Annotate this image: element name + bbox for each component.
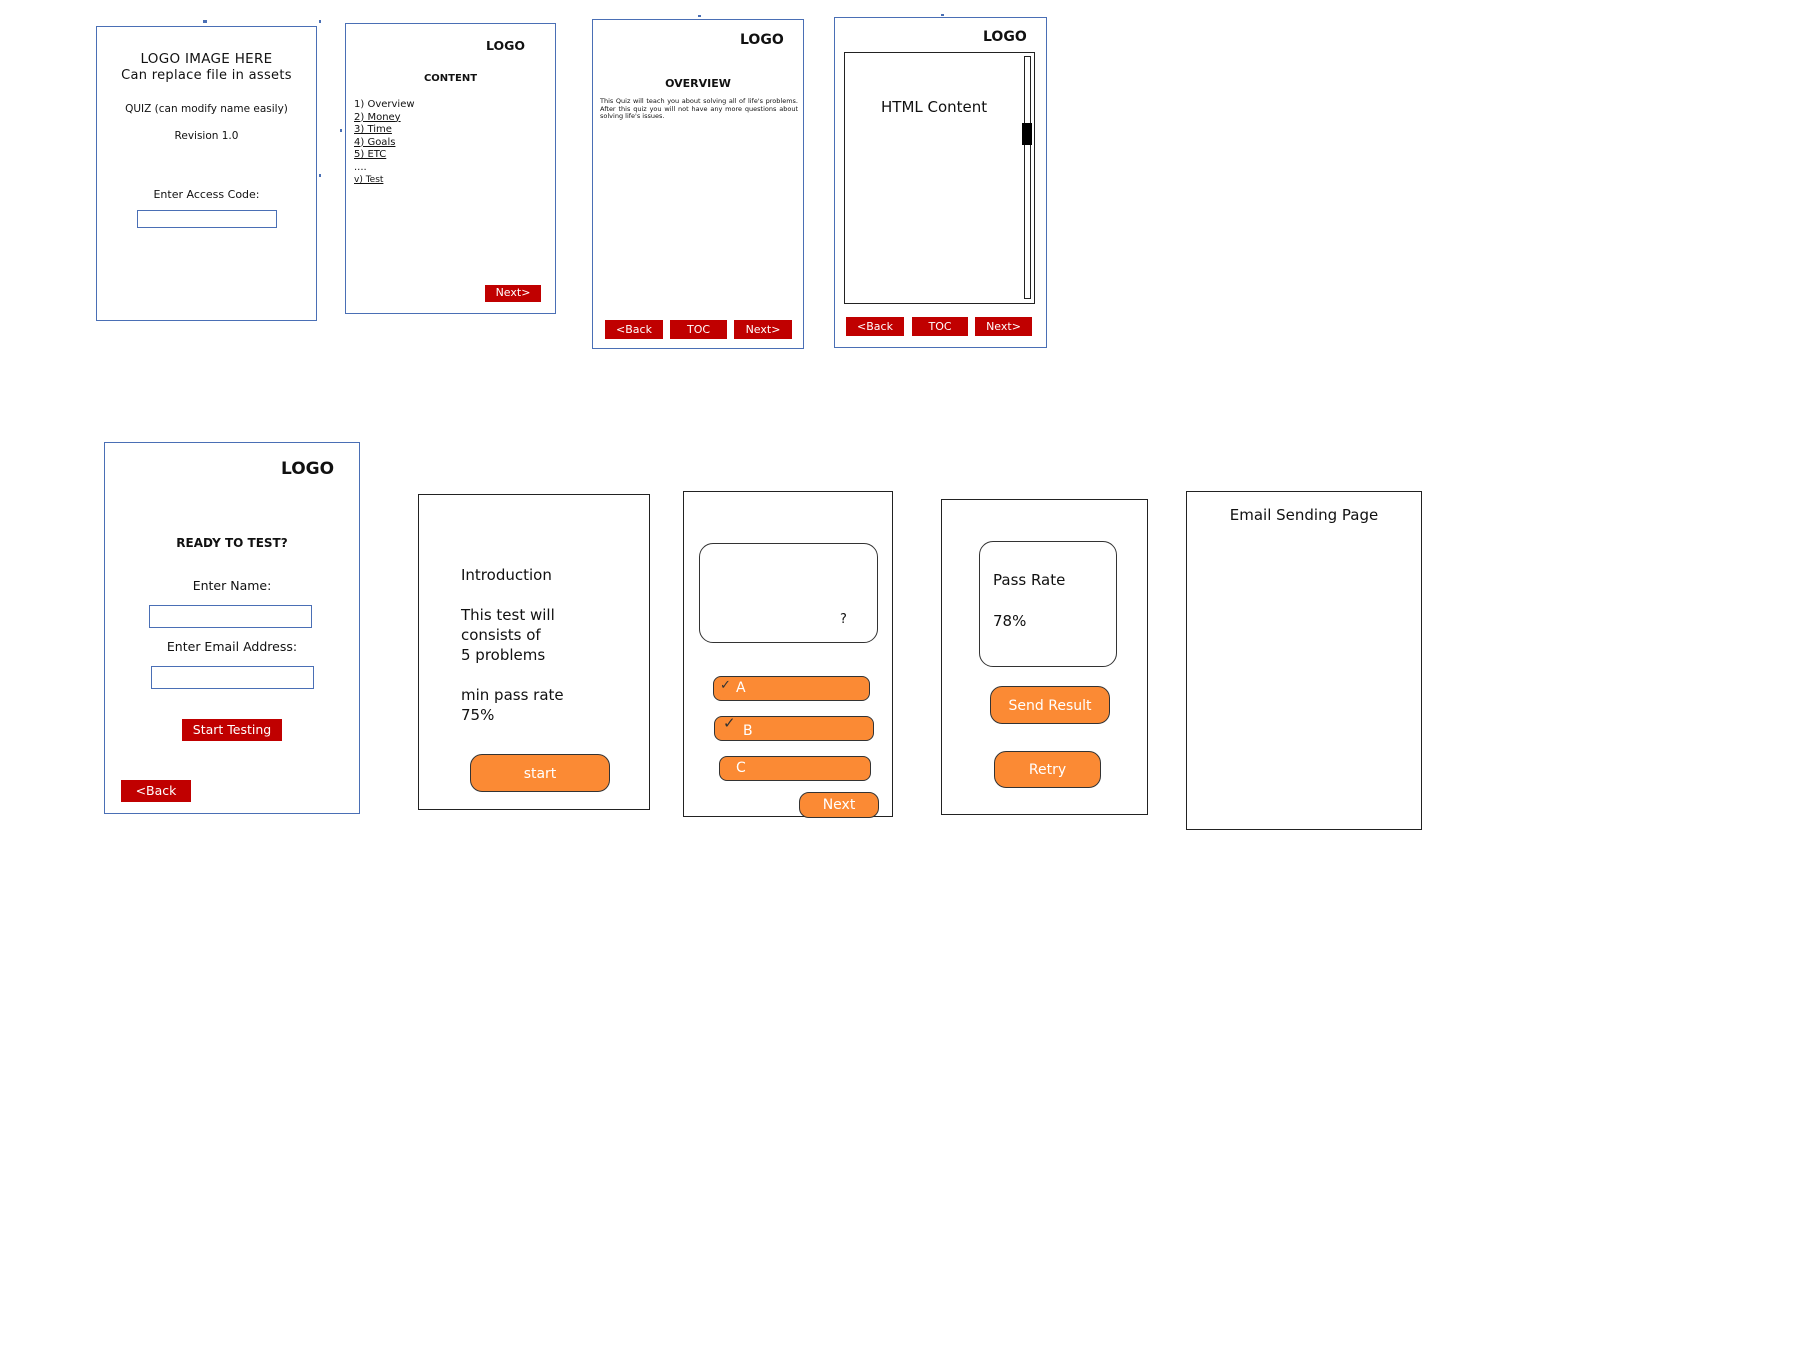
logo: LOGO (486, 38, 526, 53)
email-label: Enter Email Address: (166, 639, 298, 654)
selection-handle (340, 129, 342, 132)
option-a-button[interactable]: ✓ A (713, 676, 870, 701)
selection-handle (319, 174, 321, 177)
selection-handle (698, 15, 701, 17)
toc-button[interactable]: TOC (912, 317, 968, 336)
pass-rate-value: 78% (993, 612, 1027, 630)
option-label: C (736, 760, 746, 776)
toc-item-goals[interactable]: 4) Goals (354, 137, 415, 150)
pass-rate-label: min pass rate (461, 686, 564, 704)
logo-placeholder-title: LOGO IMAGE HERE (140, 51, 273, 67)
start-testing-button[interactable]: Start Testing (182, 719, 282, 741)
toc-item-time[interactable]: 3) Time (354, 124, 415, 137)
screen-contents: LOGO CONTENT 1) Overview 2) Money 3) Tim… (345, 23, 556, 314)
screen-question: ? ✓ A ✓ B C Next (683, 491, 893, 818)
option-b-button[interactable]: ✓ B (714, 714, 874, 741)
toc-item-etc[interactable]: 5) ETC (354, 149, 415, 162)
send-result-button[interactable]: Send Result (990, 686, 1110, 724)
scrollbar-track[interactable] (1024, 56, 1031, 299)
option-c-button[interactable]: C (719, 756, 871, 781)
intro-line: This test will (461, 606, 555, 624)
intro-title: Introduction (461, 566, 552, 584)
retry-button[interactable]: Retry (994, 751, 1101, 788)
access-code-input[interactable] (137, 210, 277, 228)
pass-rate-label: Pass Rate (993, 571, 1066, 589)
back-button[interactable]: <Back (605, 320, 663, 339)
selection-handle (203, 20, 207, 23)
screen-overview: LOGO OVERVIEW This Quiz will teach you a… (592, 19, 804, 349)
name-input[interactable] (149, 605, 312, 628)
overview-text: This Quiz will teach you about solving a… (600, 97, 798, 120)
screen-introduction: Introduction This test will consists of … (418, 494, 650, 810)
quiz-name: QUIZ (can modify name easily) (125, 103, 288, 115)
start-button[interactable]: start (470, 754, 610, 792)
toc-item-money[interactable]: 2) Money (354, 112, 415, 125)
next-button[interactable]: Next> (734, 320, 792, 339)
pass-rate-value: 75% (461, 706, 495, 724)
screen-result: Pass Rate 78% Send Result Retry (941, 499, 1148, 815)
back-button[interactable]: <Back (846, 317, 904, 336)
toc-item-overview[interactable]: 1) Overview (354, 99, 415, 112)
name-label: Enter Name: (192, 578, 272, 593)
next-button[interactable]: Next (799, 792, 879, 818)
html-content-label: HTML Content (881, 98, 988, 116)
access-code-label: Enter Access Code: (153, 188, 260, 201)
scrollbar-thumb[interactable] (1022, 123, 1032, 145)
ready-heading: READY TO TEST? (176, 536, 288, 550)
email-input[interactable] (151, 666, 314, 689)
html-content-pane[interactable]: HTML Content (844, 52, 1035, 304)
toc-button[interactable]: TOC (670, 320, 727, 339)
question-box: ? (699, 543, 878, 643)
next-button[interactable]: Next> (975, 317, 1032, 336)
logo: LOGO (740, 32, 784, 48)
selection-handle (319, 20, 321, 23)
option-label: A (736, 680, 746, 696)
toc-item-ellipsis: .... (354, 161, 367, 173)
intro-line: 5 problems (461, 646, 546, 664)
selection-handle (941, 14, 944, 16)
logo: LOGO (983, 29, 1027, 45)
toc-list: 1) Overview 2) Money 3) Time 4) Goals 5)… (354, 99, 415, 187)
intro-line: consists of (461, 626, 541, 644)
screen-ready-to-test: LOGO READY TO TEST? Enter Name: Enter Em… (104, 442, 360, 814)
overview-heading: OVERVIEW (665, 77, 731, 90)
revision-label: Revision 1.0 (174, 130, 239, 142)
next-button[interactable]: Next> (485, 285, 541, 302)
logo-placeholder-subtitle: Can replace file in assets (121, 68, 292, 83)
option-label: B (743, 723, 753, 739)
toc-item-test[interactable]: v) Test (354, 174, 415, 187)
back-button[interactable]: <Back (121, 780, 191, 802)
question-mark: ? (840, 612, 847, 627)
pass-rate-box: Pass Rate 78% (979, 541, 1117, 667)
email-page-title: Email Sending Page (1229, 506, 1379, 524)
screen-email-sending: Email Sending Page (1186, 491, 1422, 830)
logo: LOGO (281, 459, 335, 479)
screen-access-code: LOGO IMAGE HERE Can replace file in asse… (96, 26, 317, 321)
screen-html-content: LOGO HTML Content <Back TOC Next> (834, 17, 1047, 348)
checkmark-icon: ✓ (723, 714, 736, 732)
checkbox-icon: ✓ (720, 678, 731, 693)
contents-heading: CONTENT (423, 73, 478, 84)
